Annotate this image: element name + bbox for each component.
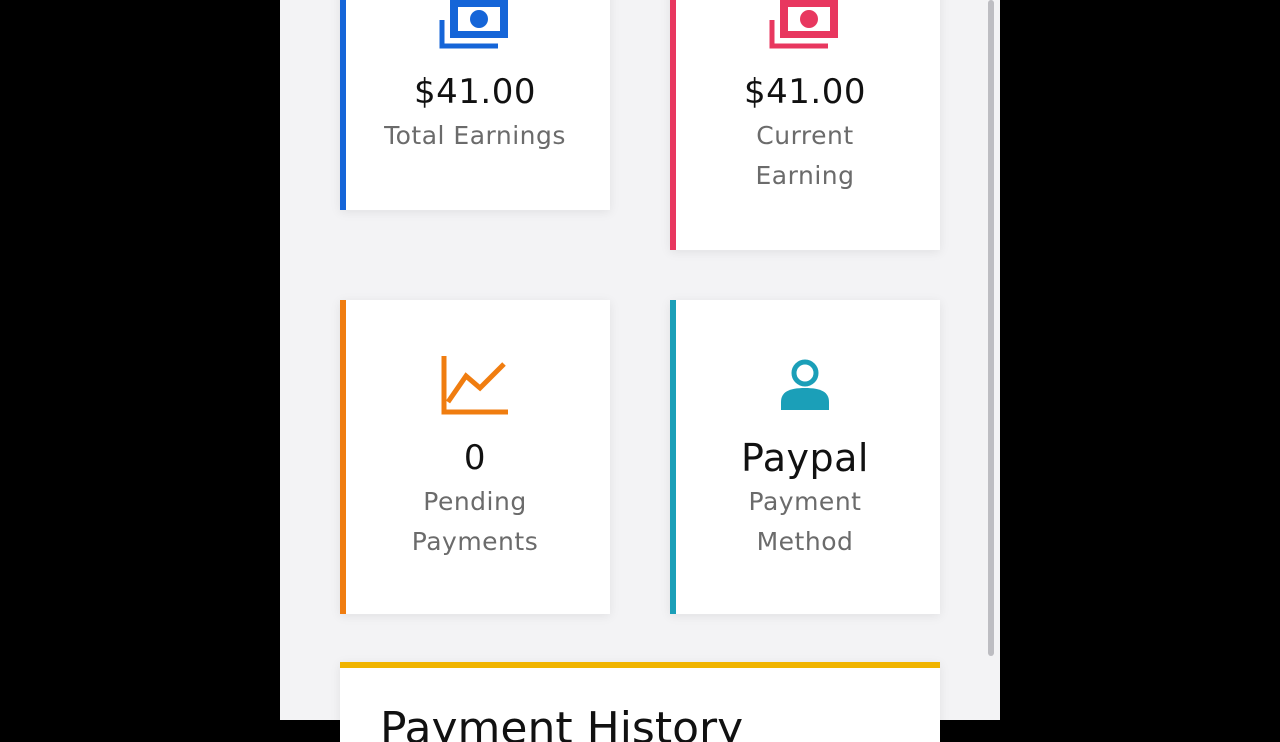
pending-payments-label: Pending Payments [411, 487, 539, 556]
payment-method-card: Paypal Payment Method [670, 300, 940, 614]
pending-payments-card: 0 Pending Payments [340, 300, 610, 614]
user-icon [670, 358, 940, 414]
payment-method-label: Payment Method [748, 487, 862, 556]
payment-method-value: Paypal [741, 436, 869, 480]
payment-history-card: Payment History [340, 662, 940, 742]
cash-icon [670, 0, 940, 52]
pending-payments-value: 0 [463, 438, 487, 478]
total-earnings-label: Total Earnings [384, 121, 566, 150]
total-earnings-card: $41.00 Total Earnings [340, 0, 610, 210]
scrollbar[interactable] [988, 0, 994, 656]
current-earning-card: $41.00 Current Earning [670, 0, 940, 250]
total-earnings-value: $41.00 [414, 72, 536, 112]
current-earning-value: $41.00 [744, 72, 866, 112]
current-earning-label: Current Earning [755, 121, 855, 190]
cash-icon [340, 0, 610, 52]
payment-history-title: Payment History [380, 703, 744, 742]
line-chart-icon [340, 354, 610, 416]
